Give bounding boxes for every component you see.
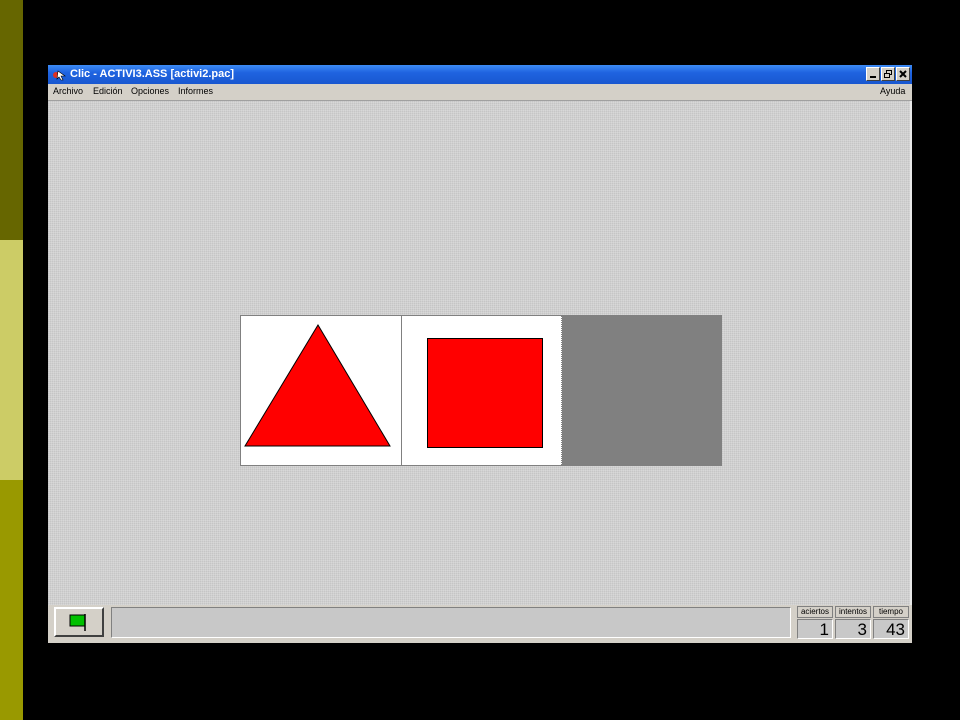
puzzle-cell-triangle[interactable]	[241, 316, 402, 465]
red-triangle-shape	[244, 324, 391, 447]
counter-aciertos: aciertos 1	[797, 606, 833, 640]
menu-ayuda[interactable]: Ayuda	[880, 86, 905, 96]
slide-stripe-top	[0, 0, 23, 240]
restore-icon	[884, 70, 892, 78]
clic-window: Clic - ACTIVI3.ASS [activi2.pac] Archivo…	[48, 65, 912, 643]
counter-intentos-label: intentos	[835, 606, 871, 618]
counter-aciertos-label: aciertos	[797, 606, 833, 618]
slide-stripe-middle	[0, 240, 23, 480]
close-icon	[899, 70, 907, 78]
title-bar[interactable]: Clic - ACTIVI3.ASS [activi2.pac]	[48, 65, 912, 84]
restore-button[interactable]	[881, 67, 895, 81]
counter-tiempo: tiempo 43	[873, 606, 909, 640]
menu-edicion[interactable]: Edición	[93, 86, 123, 96]
window-title: Clic - ACTIVI3.ASS [activi2.pac]	[70, 68, 235, 80]
puzzle-cell-square[interactable]	[402, 316, 562, 465]
status-bar: aciertos 1 intentos 3 tiempo 43	[48, 605, 912, 643]
clic-app-icon	[53, 70, 66, 81]
minimize-icon	[870, 76, 876, 78]
close-button[interactable]	[896, 67, 910, 81]
slide-stripe-bottom	[0, 480, 23, 720]
counter-aciertos-value: 1	[797, 619, 833, 639]
red-square-shape	[427, 338, 543, 448]
counter-intentos-value: 3	[835, 619, 871, 639]
counter-tiempo-value: 43	[873, 619, 909, 639]
menu-opciones[interactable]: Opciones	[131, 86, 169, 96]
message-area	[111, 607, 791, 638]
menu-archivo[interactable]: Archivo	[53, 86, 83, 96]
activity-area	[48, 101, 912, 605]
start-button[interactable]	[54, 607, 104, 637]
counter-intentos: intentos 3	[835, 606, 871, 640]
green-flag-icon	[69, 614, 86, 631]
minimize-button[interactable]	[866, 67, 880, 81]
counter-tiempo-label: tiempo	[873, 606, 909, 618]
menu-informes[interactable]: Informes	[178, 86, 213, 96]
puzzle-cell-empty[interactable]	[562, 316, 721, 465]
menu-bar: Archivo Edición Opciones Informes Ayuda	[48, 84, 912, 101]
puzzle-board	[240, 315, 722, 466]
